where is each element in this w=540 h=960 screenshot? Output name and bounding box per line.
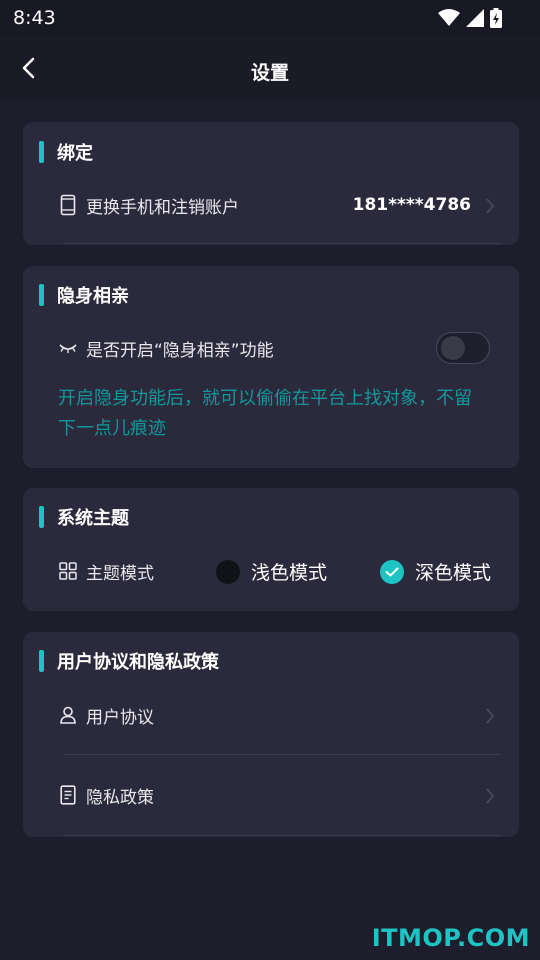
change-phone-label: 更换手机和注销账户	[86, 197, 239, 218]
document-icon	[58, 785, 78, 805]
section-accent-bar	[39, 650, 44, 672]
page-title: 设置	[250, 62, 289, 84]
policy-card-header: 用户协议和隐私政策	[39, 648, 219, 674]
status-icons	[438, 8, 502, 28]
eye-closed-icon	[58, 338, 78, 358]
status-time: 8:43	[13, 7, 56, 29]
signal-icon	[466, 9, 484, 27]
section-accent-bar	[39, 506, 44, 528]
dark-mode-option[interactable]: 深色模式	[380, 558, 491, 585]
theme-card-title: 系统主题	[57, 508, 129, 529]
policy-card: 用户协议和隐私政策 用户协议 隐私政策	[23, 632, 519, 837]
wifi-icon	[438, 9, 460, 26]
row-divider	[63, 754, 501, 755]
phone-icon	[58, 194, 78, 216]
stealth-toggle-switch[interactable]	[436, 332, 490, 364]
policy-card-title: 用户协议和隐私政策	[57, 652, 219, 673]
section-accent-bar	[39, 284, 44, 306]
user-agreement-label: 用户协议	[86, 707, 154, 728]
status-bar: 8:43	[0, 0, 540, 36]
binding-card-title: 绑定	[57, 143, 93, 164]
stealth-card-title: 隐身相亲	[57, 286, 129, 307]
change-phone-row[interactable]: 更换手机和注销账户 181****4786	[58, 190, 501, 220]
stealth-toggle-row: 是否开启“隐身相亲”功能	[58, 333, 501, 363]
stealth-hint-text: 开启隐身功能后，就可以偷偷在平台上找对象，不留下一点儿痕迹	[58, 388, 472, 439]
dark-mode-label: 深色模式	[415, 562, 492, 584]
user-icon	[58, 705, 78, 725]
user-agreement-row[interactable]: 用户协议	[58, 700, 501, 730]
privacy-policy-label: 隐私政策	[86, 787, 154, 808]
binding-card-header: 绑定	[39, 139, 93, 165]
theme-card: 系统主题 主题模式 浅色模式 深色模式	[23, 488, 519, 611]
bound-phone-number: 181****4786	[352, 195, 471, 215]
stealth-toggle-label: 是否开启“隐身相亲”功能	[86, 340, 274, 361]
theme-mode-label: 主题模式	[86, 563, 154, 584]
radio-unchecked-icon	[216, 559, 240, 584]
row-divider	[63, 243, 501, 244]
light-mode-label: 浅色模式	[251, 562, 328, 584]
grid-icon	[58, 561, 78, 581]
toggle-track	[436, 332, 490, 364]
toggle-knob	[441, 336, 465, 360]
watermark-text: ITMOP.COM	[371, 924, 530, 952]
app-header: 设置	[0, 36, 540, 102]
radio-checked-icon	[380, 559, 404, 584]
stealth-card: 隐身相亲 是否开启“隐身相亲”功能 开启隐身功能后，就可以偷偷在平台上找对象，不…	[23, 266, 519, 468]
chevron-right-icon	[486, 788, 495, 804]
light-mode-option[interactable]: 浅色模式	[216, 558, 327, 585]
privacy-policy-row[interactable]: 隐私政策	[58, 780, 501, 810]
chevron-right-icon	[486, 198, 495, 214]
binding-card: 绑定 更换手机和注销账户 181****4786	[23, 122, 519, 245]
battery-charging-icon	[490, 8, 502, 28]
row-divider	[63, 835, 501, 836]
stealth-card-header: 隐身相亲	[39, 282, 129, 308]
chevron-right-icon	[486, 708, 495, 724]
section-accent-bar	[39, 141, 44, 163]
theme-card-header: 系统主题	[39, 504, 129, 530]
